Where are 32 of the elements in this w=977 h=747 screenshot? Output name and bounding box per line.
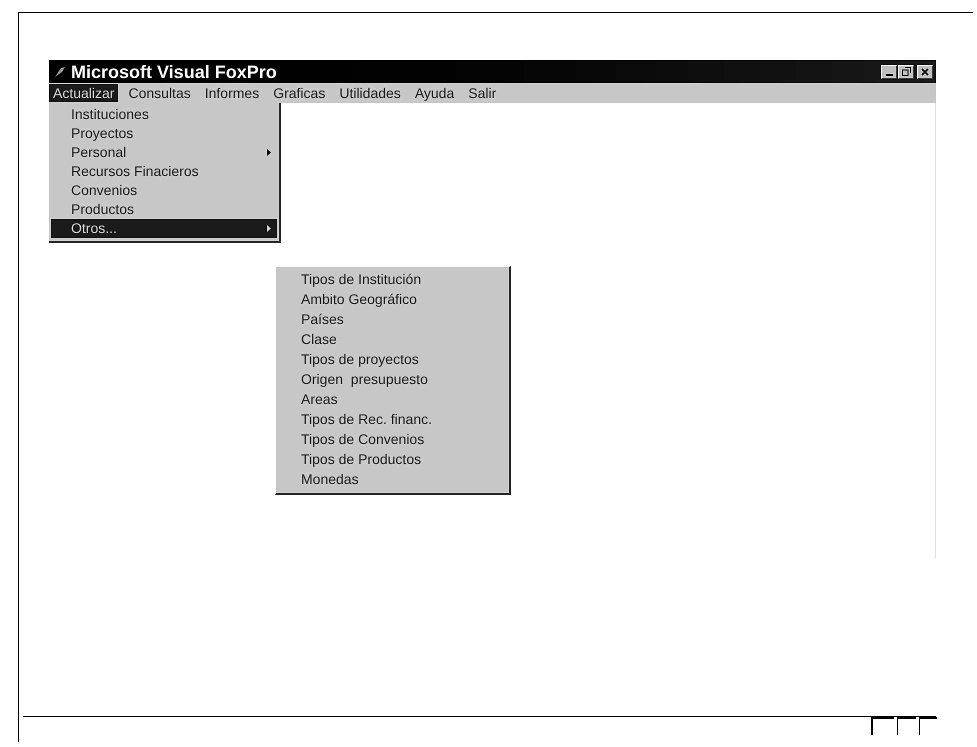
menu-item[interactable]: Clase xyxy=(276,329,509,349)
menu-item[interactable]: Instituciones xyxy=(51,105,277,124)
menu-item[interactable]: Personal xyxy=(51,143,277,162)
menu-item[interactable]: Productos xyxy=(51,200,277,219)
menu-item[interactable]: Tipos de Productos xyxy=(276,449,509,469)
close-icon xyxy=(921,68,929,76)
menu-item[interactable]: Areas xyxy=(276,389,509,409)
close-button[interactable] xyxy=(917,64,933,78)
menu-item[interactable]: Informes xyxy=(200,84,264,102)
menu-item[interactable]: Tipos de Rec. financ. xyxy=(276,409,509,429)
menu-item[interactable]: Proyectos xyxy=(51,124,277,143)
restore-icon xyxy=(902,67,910,76)
menu-item[interactable]: Consultas xyxy=(124,84,195,102)
minimize-icon xyxy=(886,74,892,76)
menu-item[interactable]: Salir xyxy=(464,84,500,102)
menu-item[interactable]: Convenios xyxy=(51,181,277,200)
menu-item[interactable]: Tipos de proyectos xyxy=(276,349,509,369)
menu-item[interactable]: Tipos de Convenios xyxy=(276,429,509,449)
menu-item[interactable]: Ambito Geográfico xyxy=(276,289,509,309)
minimize-button[interactable] xyxy=(881,64,897,78)
menu-item[interactable]: Origen presupuesto xyxy=(276,369,509,389)
menu-item[interactable]: Utilidades xyxy=(335,84,405,102)
menu-item[interactable]: Países xyxy=(276,309,509,329)
window-title: Microsoft Visual FoxPro xyxy=(71,62,277,80)
menu-item[interactable]: Otros... xyxy=(51,219,277,238)
menu-item[interactable]: Recursos Finacieros xyxy=(51,162,277,181)
menu-item[interactable]: Actualizar xyxy=(49,84,118,102)
menu-item[interactable]: Monedas xyxy=(276,469,509,489)
restore-button[interactable] xyxy=(898,64,914,78)
menu-item[interactable]: Ayuda xyxy=(410,84,458,102)
menu-item[interactable]: Tipos de Institución xyxy=(276,269,509,289)
menu-item[interactable]: Graficas xyxy=(269,84,330,102)
